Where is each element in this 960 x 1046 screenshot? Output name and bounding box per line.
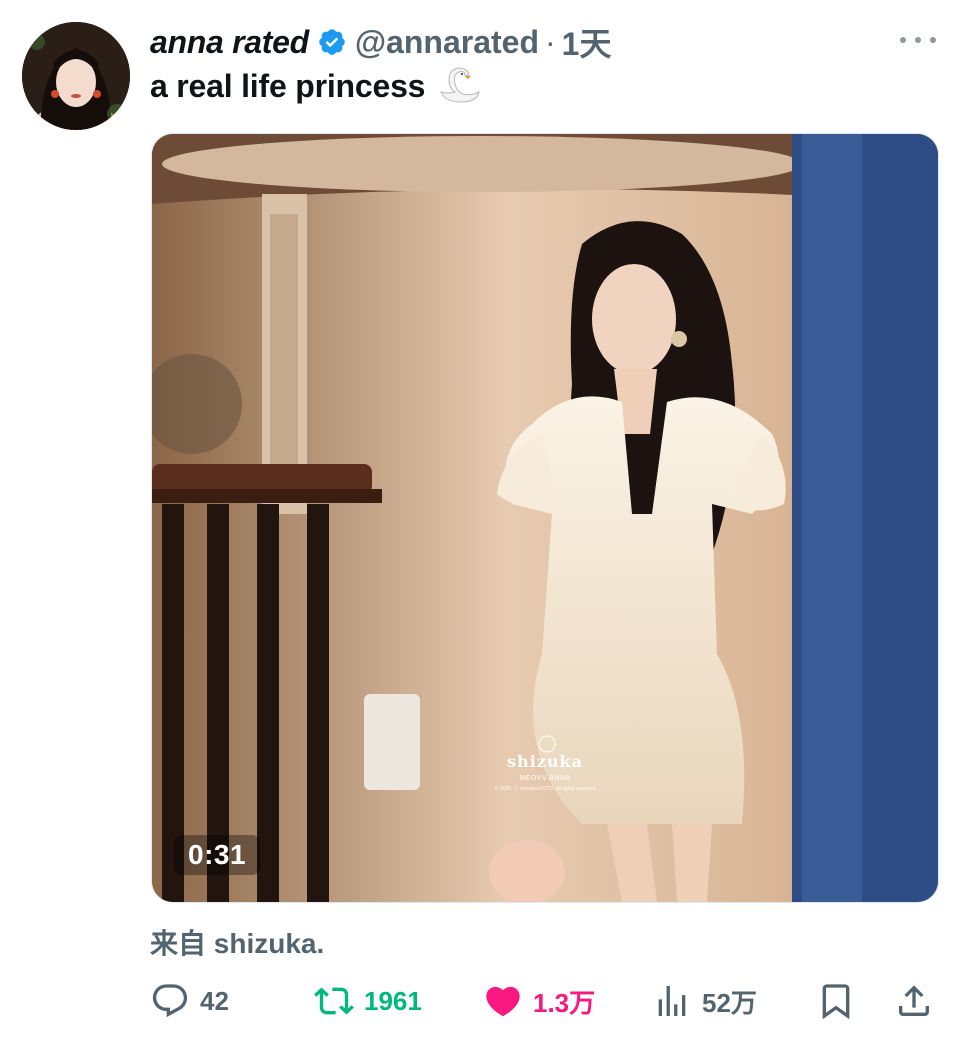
avatar[interactable] (22, 22, 130, 130)
watermark-subtitle: MEOVV ANNA (519, 775, 571, 782)
repost-count: 1961 (364, 985, 422, 1016)
reply-count: 42 (200, 985, 229, 1016)
video-duration-badge: 0:31 (174, 835, 261, 875)
reply-icon (152, 984, 188, 1018)
tweet-header: anna rated @annarated · 1天 (150, 18, 936, 66)
verified-badge-icon (319, 29, 345, 55)
views-count: 52万 (702, 987, 757, 1018)
author-name[interactable]: anna rated (150, 24, 309, 61)
avatar-image (22, 22, 130, 130)
author-handle[interactable]: @annarated (355, 24, 539, 61)
watermark-copyright: © 2026, ⓢ shizuka.OOTD. all rights reser… (494, 786, 596, 792)
separator-dot: · (544, 23, 556, 60)
action-bar: 42 1961 1.3万 52万 (150, 978, 940, 1024)
timestamp[interactable]: 1天 (562, 19, 612, 65)
tweet-text-content: a real life princess (150, 67, 426, 104)
video-watermark: shizuka MEOVV ANNA © 2026, ⓢ shizuka.OOT… (470, 752, 620, 792)
share-icon (899, 985, 929, 1016)
views-icon (658, 986, 686, 1016)
bookmark-button[interactable] (816, 978, 856, 1024)
watermark-brand: shizuka (507, 752, 583, 771)
heart-icon (486, 986, 520, 1017)
views-button[interactable]: 52万 (652, 978, 757, 1024)
reply-button[interactable]: 42 (150, 978, 229, 1024)
bookmark-icon (822, 984, 850, 1020)
tweet-text: a real life princess (150, 66, 483, 106)
more-options-icon[interactable] (900, 28, 936, 52)
like-count: 1.3万 (533, 987, 596, 1018)
repost-icon (314, 987, 354, 1015)
repost-button[interactable]: 1961 (314, 978, 422, 1024)
source-label[interactable]: 来自 shizuka. (150, 922, 324, 962)
like-button[interactable]: 1.3万 (483, 978, 595, 1024)
swan-icon (440, 67, 480, 103)
share-button[interactable] (894, 978, 934, 1024)
